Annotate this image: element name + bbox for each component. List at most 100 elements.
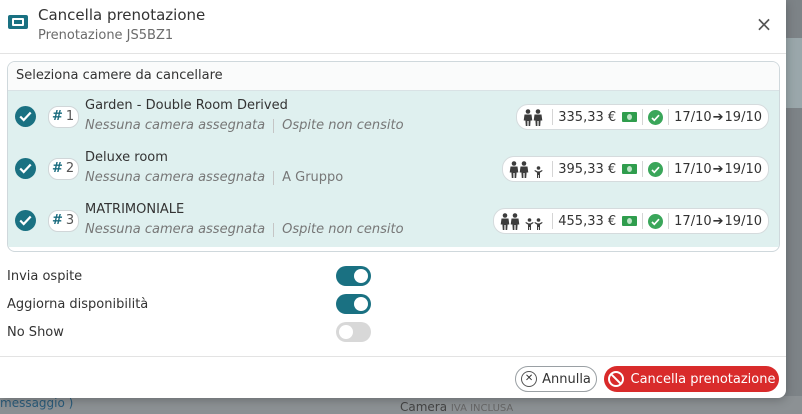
check-icon	[19, 163, 32, 174]
toggle-knob	[339, 325, 353, 339]
divider	[642, 109, 644, 125]
divider	[273, 170, 275, 185]
room-details: Nessuna camera assegnata A Gruppo	[85, 170, 343, 185]
room-assignment: Nessuna camera assegnata	[85, 170, 266, 185]
room-summary: 335,33 € 17/10 ➔ 19/10	[516, 104, 769, 130]
cancel-booking-dialog: Cancella prenotazione Prenotazione JS5BZ…	[0, 0, 786, 398]
room-checkbox[interactable]	[15, 106, 36, 127]
divider	[273, 118, 275, 133]
room-name: MATRIMONIALE	[85, 202, 185, 217]
adult-icon	[500, 212, 510, 230]
ticket-icon	[8, 15, 28, 29]
room-details: Nessuna camera assegnata Ospite non censi…	[85, 118, 404, 133]
room-index-badge: #3	[48, 210, 80, 232]
divider	[642, 213, 644, 229]
check-icon	[19, 111, 32, 122]
room-details: Nessuna camera assegnata Ospite non censi…	[85, 222, 404, 237]
room-row[interactable]: #3 MATRIMONIALE Nessuna camera assegnata Os…	[8, 195, 779, 247]
check-icon	[19, 215, 32, 226]
date-from: 17/10	[674, 213, 712, 229]
room-price: 335,33 €	[558, 109, 617, 125]
room-index-badge: #2	[48, 158, 80, 180]
date-to: 19/10	[724, 109, 762, 125]
room-index: 2	[65, 161, 75, 176]
date-to: 19/10	[724, 161, 762, 177]
room-name: Garden - Double Room Derived	[85, 98, 288, 113]
room-index: 1	[65, 109, 75, 124]
occupancy-icons	[523, 108, 543, 126]
toggle-knob	[354, 297, 368, 311]
child-icon	[525, 217, 534, 230]
cancel-button[interactable]: ✕ Annulla	[515, 366, 597, 392]
room-guest: Ospite non censito	[282, 118, 404, 133]
room-row[interactable]: #2 Deluxe room Nessuna camera assegnata A G…	[8, 143, 779, 195]
date-from: 17/10	[674, 109, 712, 125]
divider	[668, 161, 670, 177]
date-to: 19/10	[724, 213, 762, 229]
occupancy-icons	[500, 212, 543, 230]
option-toggle[interactable]	[336, 322, 371, 342]
divider	[552, 213, 554, 229]
divider	[642, 161, 644, 177]
divider	[668, 109, 670, 125]
background-panel	[784, 38, 802, 108]
option-toggle[interactable]	[336, 266, 371, 286]
cash-icon	[622, 112, 638, 122]
arrow-right-icon: ➔	[712, 161, 724, 177]
close-icon[interactable]: ×	[754, 14, 774, 34]
confirmed-icon	[648, 161, 664, 177]
adult-icon	[519, 160, 529, 178]
delete-booking-label: Cancella prenotazione	[630, 371, 776, 387]
hash-icon: #	[52, 161, 63, 176]
room-price: 395,33 €	[558, 161, 617, 177]
hash-icon: #	[52, 109, 63, 124]
option-row: Invia ospite	[7, 266, 387, 288]
room-index: 3	[65, 213, 75, 228]
delete-booking-button[interactable]: Cancella prenotazione	[604, 366, 779, 392]
room-index-badge: #1	[48, 106, 80, 128]
hash-icon: #	[52, 213, 63, 228]
room-summary: 455,33 € 17/10 ➔ 19/10	[493, 208, 769, 234]
dialog-title: Cancella prenotazione	[38, 6, 206, 24]
cancel-button-label: Annulla	[542, 371, 591, 387]
dialog-header: Cancella prenotazione Prenotazione JS5BZ…	[0, 0, 786, 54]
adult-icon	[533, 108, 543, 126]
room-row[interactable]: #1 Garden - Double Room Derived Nessuna ca…	[8, 91, 779, 143]
background-label-main: Camera	[400, 400, 448, 414]
date-from: 17/10	[674, 161, 712, 177]
ban-icon	[607, 371, 624, 387]
room-checkbox[interactable]	[15, 210, 36, 231]
divider	[552, 161, 554, 177]
toggle-knob	[354, 269, 368, 283]
option-label: Invia ospite	[7, 269, 83, 284]
booking-code: Prenotazione JS5BZ1	[38, 28, 174, 43]
adult-icon	[510, 212, 520, 230]
arrow-right-icon: ➔	[712, 213, 724, 229]
adult-icon	[509, 160, 519, 178]
room-selection-panel: Seleziona camere da cancellare #1 Garden …	[7, 61, 780, 252]
room-name: Deluxe room	[85, 150, 168, 165]
dialog-footer: ✕ Annulla Cancella prenotazione	[0, 356, 786, 399]
option-row: No Show	[7, 322, 387, 344]
option-row: Aggiorna disponibilità	[7, 294, 387, 316]
option-label: Aggiorna disponibilità	[7, 297, 149, 312]
divider	[668, 213, 670, 229]
option-toggle[interactable]	[336, 294, 371, 314]
room-price: 455,33 €	[558, 213, 617, 229]
room-guest: Ospite non censito	[282, 222, 404, 237]
occupancy-icons	[509, 160, 543, 178]
background-label: Camera IVA INCLUSA	[400, 400, 513, 414]
room-checkbox[interactable]	[15, 158, 36, 179]
panel-heading: Seleziona camere da cancellare	[8, 62, 779, 91]
cash-icon	[622, 164, 638, 174]
room-assignment: Nessuna camera assegnata	[85, 118, 266, 133]
option-label: No Show	[7, 325, 64, 340]
room-guest: A Gruppo	[282, 170, 344, 185]
confirmed-icon	[648, 109, 664, 125]
cash-icon	[622, 216, 638, 226]
background-label-small: IVA INCLUSA	[450, 403, 514, 414]
adult-icon	[523, 108, 533, 126]
close-circle-icon: ✕	[521, 371, 538, 387]
room-assignment: Nessuna camera assegnata	[85, 222, 266, 237]
child-icon	[534, 165, 543, 178]
